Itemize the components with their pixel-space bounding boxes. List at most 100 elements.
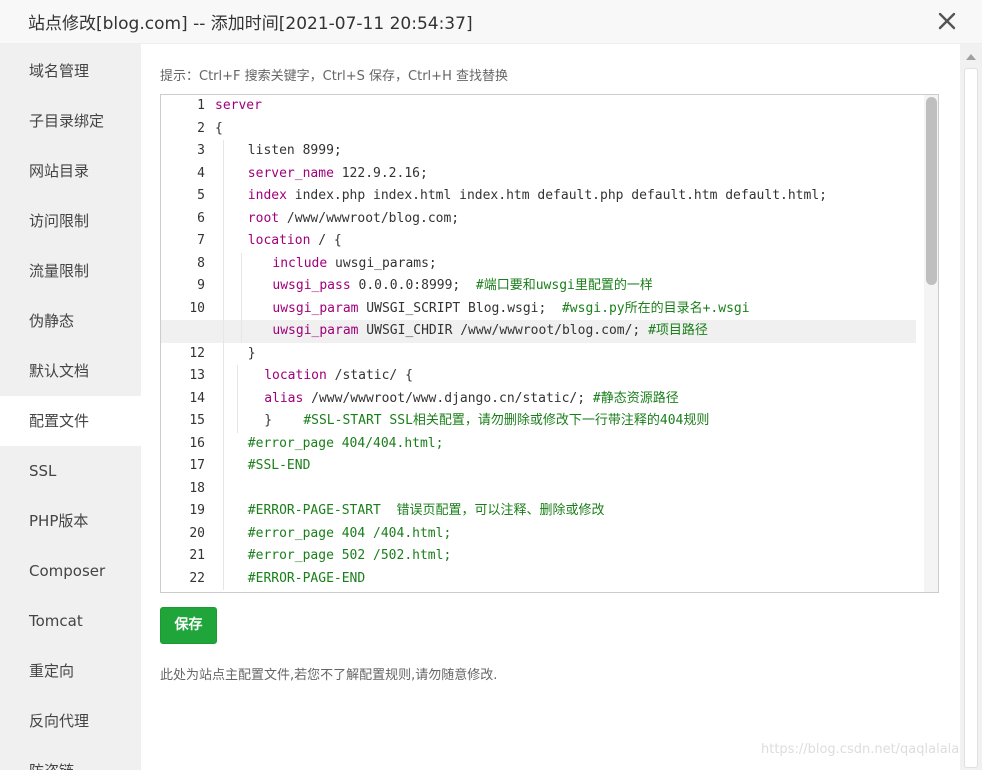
code-line[interactable]: alias /www/wwwroot/www.django.cn/static/… [215,388,916,411]
sidebar-item[interactable]: 反向代理 [0,696,141,746]
indent-guide [223,275,224,298]
line-number: 15 [189,413,205,428]
config-note: 此处为站点主配置文件,若您不了解配置规则,请勿随意修改. [160,668,498,683]
line-number: 14 [189,390,205,406]
sidebar-item[interactable]: 流量限制 [0,246,141,296]
watermark: https://blog.csdn.net/qaqlalala [761,742,960,757]
code-editor[interactable]: 12345678910111213141516171819202122 serv… [160,94,939,593]
line-number: 8 [197,255,205,271]
code-line[interactable] [215,478,916,501]
sidebar-item[interactable]: 默认文档 [0,346,141,396]
code-text: UWSGI_SCRIPT Blog.wsgi; [358,300,562,316]
code-line[interactable]: server_name 122.9.2.16; [215,163,916,186]
code-line[interactable]: { [215,118,916,141]
code-line[interactable]: index index.php index.html index.htm def… [215,185,916,208]
code-line[interactable]: include uwsgi_params; [215,253,916,276]
sidebar-item[interactable]: 防盗链 [0,746,141,770]
indent-guide [223,140,224,163]
line-number: 13 [189,368,205,383]
code-comment: #SSL-END [247,458,311,473]
code-line[interactable]: root /www/wwwroot/blog.com; [215,208,916,231]
indent-guide [223,522,224,545]
sidebar-item[interactable]: Composer [0,546,141,596]
code-text: / { [310,233,342,248]
sidebar-item[interactable]: PHP版本 [0,496,141,546]
code-keyword: root [247,210,280,226]
sidebar-item[interactable]: SSL [0,446,141,496]
code-line[interactable]: } #SSL-START SSL相关配置，请勿删除或修改下一行带注释的404规则 [215,410,916,433]
editor-hint: 提示：Ctrl+F 搜索关键字，Ctrl+S 保存，Ctrl+H 查找替换 [160,69,508,84]
code-keyword: uwsgi_pass [272,278,351,293]
indent-guide [223,252,224,275]
sidebar-item[interactable]: 伪静态 [0,296,141,346]
code-text: /static/ { [326,368,413,383]
code-line[interactable]: location / { [215,230,916,253]
indent-guide [237,365,238,388]
code-line[interactable]: #ERROR-PAGE-END [215,568,916,591]
page-scrollbar[interactable] [960,44,982,770]
close-icon [938,12,956,30]
dialog-title: 站点修改[blog.com] -- 添加时间[2021-07-11 20:54:… [28,14,473,34]
sidebar-item[interactable]: 网站目录 [0,146,141,196]
indent-guide [223,162,224,185]
editor-scrollbar-thumb[interactable] [926,97,937,285]
save-button[interactable]: 保存 [160,607,217,644]
code-comment: #端口要和uwsgi里配置的一样 [475,278,653,293]
code-line[interactable]: #ERROR-PAGE-START 错误页配置，可以注释、删除或修改 [215,500,916,523]
code-comment: #SSL-START SSL相关配置，请勿删除或修改下一行带注释的404规则 [303,413,710,428]
code-line[interactable]: uwsgi_pass 0.0.0.0:8999; #端口要和uwsgi里配置的一… [215,275,916,298]
code-text: /www/wwwroot/www.django.cn/static/; [303,390,593,406]
line-number: 12 [189,345,205,361]
code-text: { [215,120,223,136]
code-line[interactable]: #error_page 404/404.html; [215,433,916,456]
indent-guide [237,387,238,410]
code-keyword: include [272,255,328,271]
line-number: 2 [197,120,205,136]
code-keyword: server_name [247,165,334,181]
code-area[interactable]: server { listen 8999; server_name 122.9.2.1… [161,95,916,592]
code-keyword: uwsgi_param [272,300,359,316]
code-line[interactable]: location /static/ { [215,365,916,388]
code-line[interactable]: uwsgi_param UWSGI_SCRIPT Blog.wsgi; #wsg… [215,298,916,321]
code-line[interactable]: #error_page 502 /502.html; [215,545,916,568]
code-text: UWSGI_CHDIR /www/wwwroot/blog.com/; [358,323,649,338]
code-keyword: alias [264,390,304,406]
code-keyword: uwsgi_param [272,323,359,338]
sidebar-item[interactable]: 配置文件 [0,396,141,446]
indent-guide [223,477,224,500]
indent-guide [223,455,224,478]
page-scrollbar-thumb[interactable] [964,68,978,768]
line-number: 9 [197,278,205,293]
code-line[interactable]: #SSL-END [215,455,916,478]
indent-guide [241,320,242,343]
code-line[interactable]: #error_page 404 /404.html; [215,523,916,546]
code-text: index.php index.html index.htm default.p… [286,188,827,203]
line-number: 4 [197,165,205,181]
close-button[interactable] [934,8,960,34]
code-comment: #wsgi.py所在的目录名+.wsgi [561,300,750,316]
code-line[interactable]: listen 8999; [215,140,916,163]
code-line[interactable]: } [215,343,916,366]
code-comment: #项目路径 [648,323,708,338]
indent-guide [223,387,224,410]
line-number: 20 [189,525,205,541]
sidebar-item[interactable]: 子目录绑定 [0,96,141,146]
indent-guide [223,365,224,388]
line-number: 21 [189,548,205,563]
indent-guide [241,275,242,298]
code-text: /www/wwwroot/blog.com; [279,210,460,226]
code-comment: #静态资源路径 [592,390,679,406]
indent-guide [223,297,224,320]
indent-guide [223,410,224,433]
scroll-up-arrow-icon[interactable] [966,54,976,60]
sidebar-item[interactable]: Tomcat [0,596,141,646]
code-line[interactable]: server [215,95,916,118]
line-number: 10 [189,300,205,316]
sidebar-item[interactable]: 域名管理 [0,46,141,96]
line-number-gutter: 12345678910111213141516171819202122 [161,95,211,592]
editor-scrollbar[interactable] [924,95,938,592]
sidebar-item[interactable]: 重定向 [0,646,141,696]
sidebar-item[interactable]: 访问限制 [0,196,141,246]
code-line[interactable]: uwsgi_param UWSGI_CHDIR /www/wwwroot/blo… [161,320,916,343]
indent-guide [241,297,242,320]
